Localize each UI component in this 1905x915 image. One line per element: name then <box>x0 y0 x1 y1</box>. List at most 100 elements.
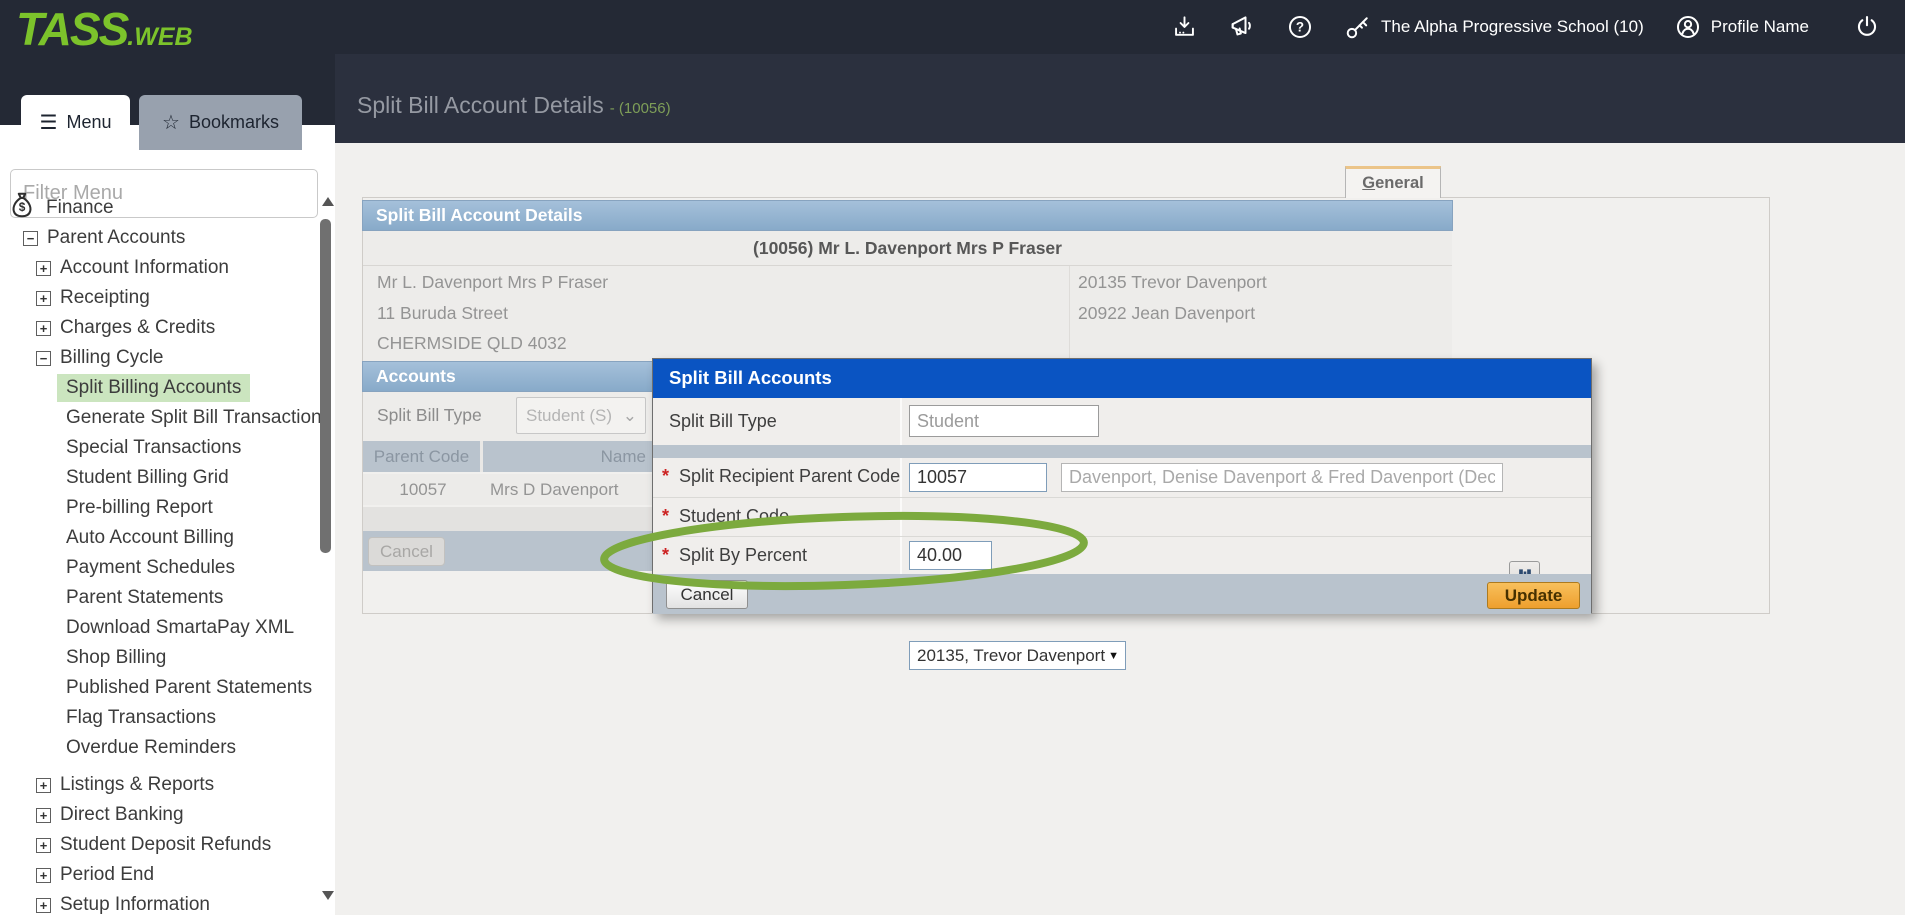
update-button[interactable]: Update <box>1487 582 1580 609</box>
collapse-minus-icon[interactable]: − <box>36 351 51 366</box>
page-title: Split Bill Account Details - (10056) <box>357 92 671 119</box>
sidebar-item-special-transactions[interactable]: Special Transactions <box>0 433 316 463</box>
logo-suffix: .WEB <box>127 23 192 51</box>
sidebar-item-label: Finance <box>38 194 123 222</box>
sidebar-item-period-end[interactable]: +Period End <box>0 860 316 890</box>
scrollbar-thumb[interactable] <box>320 219 331 553</box>
key-icon <box>1344 13 1372 41</box>
sidebar-item-auto-account-billing[interactable]: Auto Account Billing <box>0 523 316 553</box>
split-by-percent-input[interactable] <box>909 541 992 570</box>
sidebar-item-label: Special Transactions <box>57 434 250 462</box>
row-split-by-percent: * Split By Percent <box>653 537 1591 574</box>
row-student-code: * Student Code 20135, Trevor Davenport ▼ <box>653 498 1591 536</box>
tab-general[interactable]: General <box>1345 166 1441 198</box>
tab-general-label-initial: G <box>1362 174 1375 192</box>
expand-plus-icon[interactable]: + <box>36 868 51 883</box>
split-recipient-parent-code-input[interactable] <box>909 463 1047 492</box>
sidebar-item-direct-banking[interactable]: +Direct Banking <box>0 800 316 830</box>
sidebar-item-label: Published Parent Statements <box>57 674 321 702</box>
details-panel-header: Split Bill Account Details <box>362 200 1453 231</box>
sidebar-item-download-smartapay-xml[interactable]: Download SmartaPay XML <box>0 613 316 643</box>
sidebar-item-label: Generate Split Bill Transactions <box>57 404 340 432</box>
sidebar-item-account-information[interactable]: +Account Information <box>0 253 316 283</box>
school-selector[interactable]: The Alpha Progressive School (10) <box>1344 13 1644 41</box>
expand-plus-icon[interactable]: + <box>36 321 51 336</box>
help-glyph: ? <box>1296 20 1304 35</box>
col-name: Name <box>486 441 646 472</box>
school-name: The Alpha Progressive School (10) <box>1381 17 1644 37</box>
sidebar-item-listings-reports[interactable]: +Listings & Reports <box>0 770 316 800</box>
accounts-cancel-button-disabled[interactable]: Cancel <box>368 537 445 566</box>
sidebar-item-label: Student Deposit Refunds <box>51 831 280 859</box>
sidebar-item-label: Download SmartaPay XML <box>57 614 303 642</box>
sidebar-item-label: Parent Accounts <box>38 224 194 252</box>
account-heading: (10056) Mr L. Davenport Mrs P Fraser <box>363 231 1452 266</box>
tab-bookmarks-label: Bookmarks <box>189 112 279 133</box>
scroll-down-arrow-icon[interactable] <box>322 891 334 900</box>
sidebar-item-payment-schedules[interactable]: Payment Schedules <box>0 553 316 583</box>
split-bill-type-label: Split Bill Type <box>377 405 482 426</box>
cell-parent-code: 10057 <box>363 474 483 505</box>
expand-plus-icon[interactable]: + <box>36 778 51 793</box>
sidebar-item-flag-transactions[interactable]: Flag Transactions <box>0 703 316 733</box>
announcements-button[interactable] <box>1228 13 1256 41</box>
profile-menu[interactable]: Profile Name <box>1674 13 1809 41</box>
tab-menu[interactable]: ☰ Menu <box>21 95 130 150</box>
caret-down-icon: ▼ <box>1108 643 1119 670</box>
sidebar-item-parent-statements[interactable]: Parent Statements <box>0 583 316 613</box>
address-line: 11 Buruda Street <box>377 303 508 324</box>
help-button[interactable]: ? <box>1286 13 1314 41</box>
sidebar-item-parent-accounts[interactable]: −Parent Accounts <box>0 223 316 253</box>
sidebar-item-finance[interactable]: $Finance <box>0 193 316 223</box>
sidebar-item-setup-information[interactable]: +Setup Information <box>0 890 316 915</box>
cell-name: Mrs D Davenport <box>490 474 618 505</box>
split-bill-accounts-dialog: Split Bill Accounts Split Bill Type * Sp… <box>652 358 1592 613</box>
sidebar-item-label: Account Information <box>51 254 238 282</box>
collapse-minus-icon[interactable]: − <box>23 231 38 246</box>
page-title-text: Split Bill Account Details <box>357 92 604 118</box>
logout-button[interactable] <box>1853 13 1881 41</box>
sidebar-item-overdue-reminders[interactable]: Overdue Reminders <box>0 733 316 763</box>
field-label: Student Code <box>679 506 789 527</box>
parent-name-display-field <box>1061 463 1503 492</box>
sidebar-item-published-parent-statements[interactable]: Published Parent Statements <box>0 673 316 703</box>
sidebar-item-generate-split-bill-transactions[interactable]: Generate Split Bill Transactions <box>0 403 316 433</box>
sidebar-item-shop-billing[interactable]: Shop Billing <box>0 643 316 673</box>
expand-plus-icon[interactable]: + <box>36 291 51 306</box>
row-split-recipient: * Split Recipient Parent Code <box>653 458 1591 497</box>
sidebar-item-student-billing-grid[interactable]: Student Billing Grid <box>0 463 316 493</box>
dialog-footer: Cancel Update <box>653 574 1591 614</box>
sidebar-item-student-deposit-refunds[interactable]: +Student Deposit Refunds <box>0 830 316 860</box>
sidebar-item-receipting[interactable]: +Receipting <box>0 283 316 313</box>
split-bill-type-select-disabled[interactable]: Student (S) ⌄ <box>516 397 646 434</box>
split-bill-type-field[interactable] <box>909 405 1099 437</box>
expand-plus-icon[interactable]: + <box>36 808 51 823</box>
sidebar-item-billing-cycle[interactable]: −Billing Cycle <box>0 343 316 373</box>
tab-bookmarks[interactable]: ☆ Bookmarks <box>139 95 302 150</box>
topbar-actions: ? The Alpha Progressive School (10) Prof… <box>1171 0 1905 54</box>
chevron-down-icon: ⌄ <box>623 398 637 433</box>
dialog-title: Split Bill Accounts <box>653 359 1591 398</box>
sidebar-item-pre-billing-report[interactable]: Pre-billing Report <box>0 493 316 523</box>
help-icon: ? <box>1286 13 1314 41</box>
sidebar-item-label: Shop Billing <box>57 644 175 672</box>
account-summary: Mr L. Davenport Mrs P Fraser 11 Buruda S… <box>363 266 1452 361</box>
tab-menu-label: Menu <box>66 112 111 133</box>
page-title-code: - (10056) <box>610 100 671 117</box>
student-code-value: 20135, Trevor Davenport <box>917 646 1105 665</box>
address-line: Mr L. Davenport Mrs P Fraser <box>377 272 608 293</box>
sidebar-item-split-billing-accounts[interactable]: Split Billing Accounts <box>0 373 316 403</box>
expand-plus-icon[interactable]: + <box>36 898 51 913</box>
student-code-select[interactable]: 20135, Trevor Davenport ▼ <box>909 641 1126 670</box>
menu-icon: ☰ <box>40 113 58 133</box>
scroll-up-arrow-icon[interactable] <box>322 197 334 206</box>
download-button[interactable] <box>1171 14 1198 41</box>
dialog-cancel-button[interactable]: Cancel <box>666 580 748 609</box>
download-icon <box>1171 14 1198 41</box>
sidebar-item-charges-credits[interactable]: +Charges & Credits <box>0 313 316 343</box>
sidebar: $Finance−Parent Accounts+Account Informa… <box>0 125 335 915</box>
sidebar-item-label: Split Billing Accounts <box>57 374 250 402</box>
expand-plus-icon[interactable]: + <box>36 838 51 853</box>
expand-plus-icon[interactable]: + <box>36 261 51 276</box>
row-split-bill-type: Split Bill Type <box>653 398 1591 445</box>
